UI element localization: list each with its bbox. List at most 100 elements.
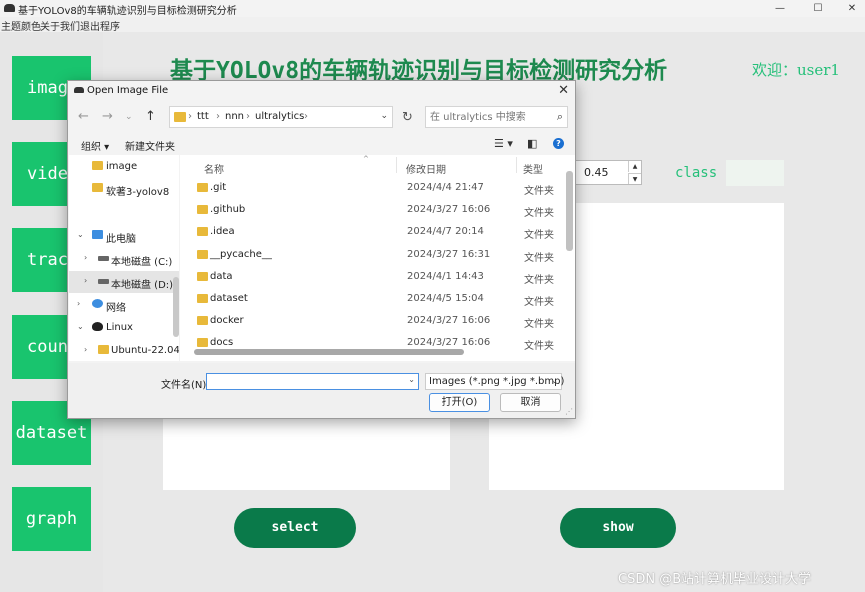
menu-theme-color[interactable]: 主题颜色 [1,18,41,33]
chevron-down-icon[interactable]: ⌄ [551,376,558,385]
file-row[interactable]: .idea 2024/4/7 20:14 文件夹 [180,221,575,243]
nav-item-drive-c[interactable]: › 本地磁盘 (C:) [69,248,179,270]
sidebar-button-graph[interactable]: graph [12,487,91,551]
nav-item-label: 软著3-yolov8 [106,187,170,198]
file-list-vertical-scrollbar[interactable] [566,171,573,251]
open-button[interactable]: 打开(O) [429,393,490,412]
window-titlebar: 基于YOLOv8的车辆轨迹识别与目标检测研究分析 — ☐ ✕ [0,0,865,17]
minimize-button[interactable]: — [763,0,797,17]
confidence-value: 0.45 [584,166,609,179]
dialog-close-icon[interactable]: ✕ [558,83,569,98]
file-date: 2024/4/5 15:04 [407,293,484,304]
file-type-filter[interactable]: Images (*.png *.jpg *.bmp) ⌄ [425,373,565,390]
spin-down-icon[interactable]: ▼ [628,173,641,184]
file-name: dataset [210,293,248,304]
up-arrow-icon[interactable]: ↑ [145,109,156,124]
watermark: CSDN @B站计算机毕业设计大学 [618,572,812,587]
file-name: .github [210,204,246,215]
chevron-down-icon[interactable]: ⌄ [408,375,415,384]
recent-chevron-icon[interactable]: ⌄ [125,112,133,122]
file-row[interactable]: docker 2024/3/27 16:06 文件夹 [180,310,575,332]
filename-field[interactable]: ⌄ [206,373,419,390]
nav-item-image[interactable]: image [69,156,179,178]
column-header-name[interactable]: 名称 [204,161,224,176]
filter-value: Images (*.png *.jpg *.bmp) [429,376,565,387]
filename-label: 文件名(N): [161,380,210,391]
file-name: .git [210,182,227,193]
show-button[interactable]: show [560,508,676,548]
file-date: 2024/3/27 16:06 [407,204,491,215]
nav-item-linux[interactable]: ⌄ Linux [69,317,179,339]
select-button[interactable]: select [234,508,356,548]
maximize-button[interactable]: ☐ [801,0,835,17]
breadcrumb-ttt[interactable]: ttt [197,111,209,122]
spin-up-icon[interactable]: ▲ [628,161,641,172]
nav-item-this-pc[interactable]: ⌄ 此电脑 [69,225,179,247]
organize-button[interactable]: 组织 ▾ [81,138,109,153]
navigation-scrollbar[interactable] [173,277,179,337]
file-date: 2024/3/27 16:06 [407,315,491,326]
chevron-down-icon[interactable]: ⌄ [380,111,388,121]
preview-pane-icon[interactable]: ◧ [527,137,537,150]
forward-arrow-icon[interactable]: → [102,109,113,124]
nav-item-label: image [106,161,138,172]
nav-item-ubuntu[interactable]: › Ubuntu-22.04 [69,340,179,361]
menu-about-us[interactable]: 关于我们 [40,18,80,33]
breadcrumb-ultralytics[interactable]: ultralytics [255,111,304,122]
class-label: class [675,165,718,181]
folder-icon [197,205,208,214]
folder-icon [197,183,208,192]
chevron-down-icon[interactable]: ⌄ [77,230,84,239]
folder-icon [197,272,208,281]
column-header-type[interactable]: 类型 [523,161,543,176]
search-icon[interactable]: ⌕ [557,110,563,124]
file-row[interactable]: dataset 2024/4/5 15:04 文件夹 [180,288,575,310]
folder-icon [197,294,208,303]
close-button[interactable]: ✕ [835,0,865,17]
nav-item-drive-d[interactable]: › 本地磁盘 (D:) [69,271,179,293]
column-divider[interactable] [396,157,397,173]
file-type: 文件夹 [524,208,554,219]
filename-input[interactable] [210,375,400,388]
folder-icon [98,345,109,354]
back-arrow-icon[interactable]: ← [78,109,89,124]
nav-item-softcopyright[interactable]: 软著3-yolov8 [69,178,179,200]
file-list-horizontal-scrollbar[interactable] [194,349,464,355]
chevron-right-icon[interactable]: › [84,253,87,262]
chevron-down-icon[interactable]: ⌄ [77,322,84,331]
search-box[interactable]: ⌕ [425,106,568,128]
class-input[interactable] [726,160,784,186]
file-type: 文件夹 [524,186,554,197]
file-row[interactable]: .github 2024/3/27 16:06 文件夹 [180,199,575,221]
confidence-spinbox[interactable]: 0.45 ▲ ▼ [574,160,642,185]
breadcrumb-nnn[interactable]: nnn [225,111,244,122]
help-icon[interactable]: ? [553,138,564,149]
cancel-button[interactable]: 取消 [500,393,561,412]
column-header-date[interactable]: 修改日期 [406,161,446,176]
nav-item-network[interactable]: › 网络 [69,294,179,316]
file-row[interactable]: data 2024/4/1 14:43 文件夹 [180,266,575,288]
menubar: 主题颜色 关于我们 退出程序 [0,17,865,33]
chevron-right-icon[interactable]: › [84,276,87,285]
menu-exit[interactable]: 退出程序 [80,18,120,33]
new-folder-button[interactable]: 新建文件夹 [125,138,175,153]
file-type: 文件夹 [524,230,554,241]
file-date: 2024/3/27 16:31 [407,249,491,260]
file-name: .idea [210,226,235,237]
file-row[interactable]: __pycache__ 2024/3/27 16:31 文件夹 [180,244,575,266]
address-bar[interactable]: › ttt › nnn › ultralytics › ⌄ [169,106,393,128]
path-separator: › [246,111,250,122]
file-row[interactable]: .git 2024/4/4 21:47 文件夹 [180,177,575,199]
refresh-icon[interactable]: ↻ [402,110,413,125]
view-options-icon[interactable]: ☰ ▾ [494,137,513,150]
path-separator: › [188,111,192,122]
search-input[interactable] [430,110,548,124]
nav-item-label: 本地磁盘 (D:) [111,280,174,291]
resize-grip-icon[interactable]: ⋰ [565,407,573,416]
file-type: 文件夹 [524,319,554,330]
column-divider[interactable] [516,157,517,173]
folder-icon [197,316,208,325]
sort-ascending-icon: ^ [363,155,369,163]
chevron-right-icon[interactable]: › [77,299,80,308]
chevron-right-icon[interactable]: › [84,345,87,354]
